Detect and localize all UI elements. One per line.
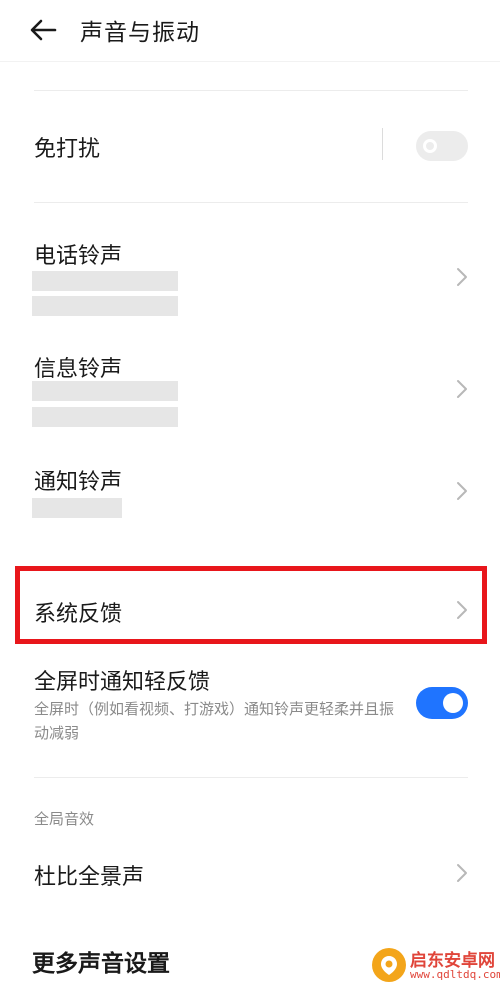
section-label-global-effects: 全局音效 bbox=[34, 810, 95, 828]
redacted-value bbox=[32, 381, 178, 401]
toggle-knob bbox=[443, 693, 463, 713]
toggle-knob bbox=[423, 139, 437, 153]
chevron-right-icon bbox=[454, 599, 470, 621]
watermark: 启东安卓网 www.qdltdq.com bbox=[372, 946, 500, 987]
system-feedback-label: 系统反馈 bbox=[34, 602, 123, 627]
divider bbox=[34, 90, 468, 91]
divider bbox=[34, 777, 468, 778]
more-sound-settings-title: 更多声音设置 bbox=[32, 951, 170, 977]
divider bbox=[34, 202, 468, 203]
chevron-right-icon bbox=[454, 378, 470, 400]
redacted-value bbox=[32, 296, 178, 316]
watermark-url: www.qdltdq.com bbox=[410, 968, 500, 981]
dnd-toggle[interactable] bbox=[416, 131, 468, 161]
sound-vibration-screen: 声音与振动 免打扰 电话铃声 信息铃声 通知铃声 系统反馈 全屏时通知轻反馈 全… bbox=[0, 0, 500, 987]
chevron-right-icon bbox=[454, 480, 470, 502]
redacted-value bbox=[32, 498, 122, 518]
message-ringtone-label: 信息铃声 bbox=[34, 357, 123, 382]
dolby-label: 杜比全景声 bbox=[34, 865, 145, 890]
phone-ringtone-label: 电话铃声 bbox=[34, 244, 123, 269]
separator bbox=[382, 128, 383, 160]
fullscreen-feedback-toggle[interactable] bbox=[416, 687, 468, 719]
back-arrow-icon bbox=[30, 19, 57, 41]
watermark-logo-icon bbox=[372, 948, 406, 982]
chevron-right-icon bbox=[454, 862, 470, 884]
fullscreen-feedback-description: 全屏时（例如看视频、打游戏）通知铃声更轻柔并且振动减弱 bbox=[34, 700, 395, 742]
fullscreen-feedback-label: 全屏时通知轻反馈 bbox=[34, 670, 211, 695]
redacted-value bbox=[32, 271, 178, 291]
chevron-right-icon bbox=[454, 266, 470, 288]
page-title: 声音与振动 bbox=[80, 20, 200, 46]
redacted-value bbox=[32, 407, 178, 427]
notification-ringtone-label: 通知铃声 bbox=[34, 470, 123, 495]
dnd-label: 免打扰 bbox=[34, 137, 101, 162]
back-button[interactable] bbox=[28, 16, 58, 44]
header: 声音与振动 bbox=[0, 0, 500, 62]
